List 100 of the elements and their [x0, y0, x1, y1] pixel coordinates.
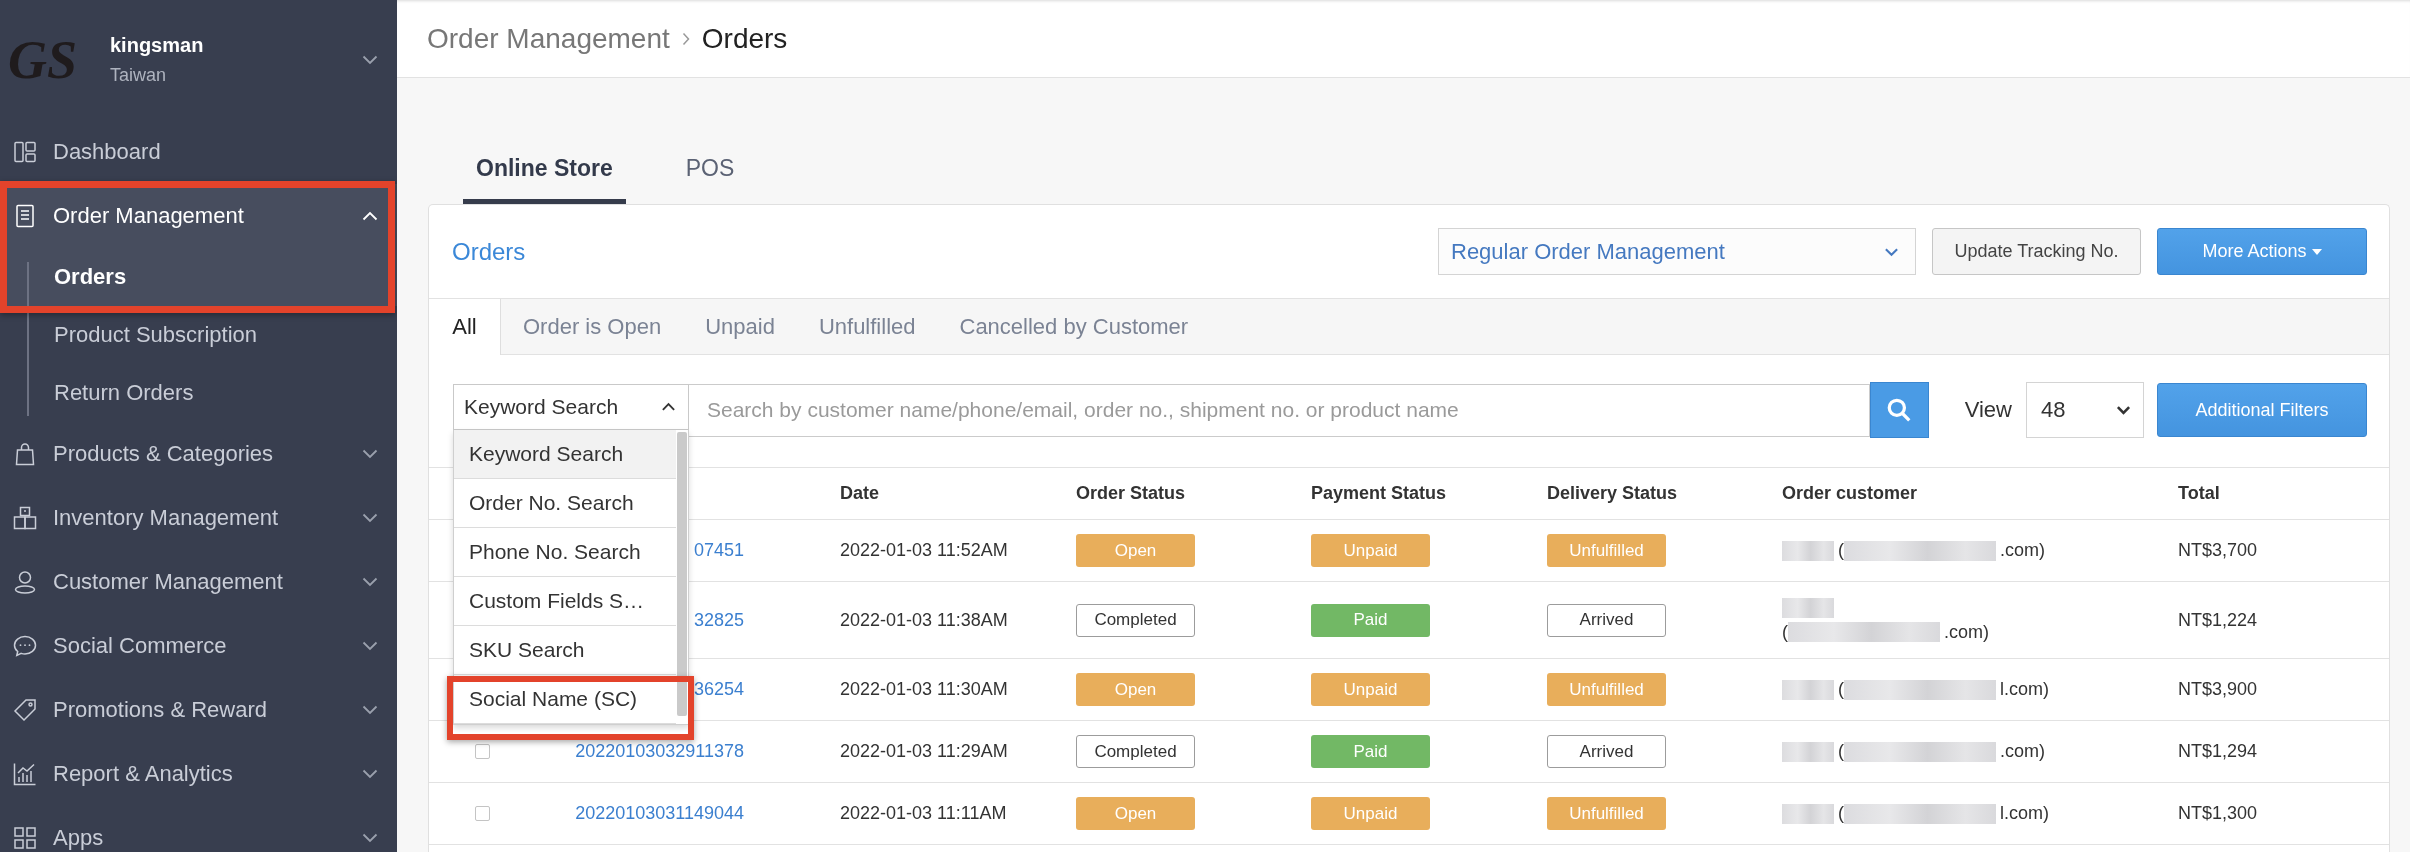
- customer-text: (: [1838, 679, 1844, 700]
- search-button[interactable]: [1869, 382, 1929, 438]
- redaction-block: [1782, 803, 1834, 824]
- grid-icon: [13, 826, 37, 850]
- view-label: View: [1964, 397, 2012, 423]
- chevron-down-icon[interactable]: [362, 55, 378, 65]
- order-number-link[interactable]: 07451: [693, 540, 744, 560]
- delivery-status-badge: Unfulfilled: [1547, 534, 1666, 567]
- bar-chart-icon: [13, 762, 37, 786]
- order-view-select[interactable]: Regular Order Management: [1438, 228, 1916, 275]
- customer-text: l.com): [2000, 803, 2049, 824]
- sidebar-item[interactable]: Promotions & Reward: [0, 678, 397, 742]
- dropdown-option[interactable]: Custom Fields S…: [454, 577, 676, 626]
- order-total: NT$1,294: [2178, 741, 2258, 761]
- store-name: kingsman: [110, 34, 204, 57]
- search-field[interactable]: Search by customer name/phone/email, order no., shipment no. or product name: [689, 383, 1870, 437]
- order-status-badge: Completed: [1076, 735, 1195, 768]
- order-date: 2022-01-03 11:11AM: [840, 803, 1007, 823]
- sidebar-item[interactable]: Customer Management: [0, 550, 397, 614]
- panel-title: Orders: [452, 237, 526, 266]
- sidebar-item[interactable]: Dashboard: [0, 120, 397, 184]
- dropdown-option[interactable]: Keyword Search: [454, 430, 676, 479]
- payment-status-badge: Unpaid: [1311, 534, 1430, 567]
- payment-status-badge: Unpaid: [1311, 673, 1430, 706]
- delivery-status-badge: Unfulfilled: [1547, 797, 1666, 830]
- order-date: 2022-01-03 11:29AM: [840, 741, 1008, 761]
- dropdown-option[interactable]: Social Name (SC): [454, 675, 676, 724]
- order-status-badge: Open: [1076, 673, 1195, 706]
- customer-text: .com): [1944, 621, 1989, 643]
- update-tracking-button[interactable]: Update Tracking No.: [1932, 228, 2141, 275]
- search-icon: [1886, 397, 1913, 423]
- payment-status-badge: Paid: [1311, 603, 1430, 637]
- person-icon: [13, 570, 37, 594]
- order-total: NT$1,224: [2178, 609, 2258, 630]
- tab[interactable]: POS: [672, 138, 748, 204]
- delivery-status-badge: Unfulfilled: [1547, 673, 1666, 706]
- sidebar-item[interactable]: Apps: [0, 806, 397, 852]
- customer-text: (: [1782, 621, 1788, 643]
- column-header: Payment Status: [1311, 483, 1448, 504]
- search-mode-select[interactable]: Keyword Search: [453, 384, 689, 430]
- order-total: NT$3,900: [2178, 679, 2258, 699]
- order-total: NT$1,300: [2178, 803, 2258, 823]
- boxes-icon: [13, 506, 37, 530]
- document-icon: [13, 204, 37, 228]
- column-header: Order Status: [1076, 483, 1187, 504]
- redaction-block: [1782, 540, 1834, 561]
- customer-text: l.com): [2000, 679, 2049, 700]
- breadcrumb-item[interactable]: Order Management: [427, 22, 670, 55]
- order-status-badge: Open: [1076, 534, 1195, 567]
- payment-status-badge: Unpaid: [1311, 797, 1430, 830]
- order-status-badge: Completed: [1076, 603, 1195, 637]
- customer-text: (: [1838, 741, 1844, 762]
- order-date: 2022-01-03 11:38AM: [840, 609, 1008, 630]
- filter-tab[interactable]: All: [429, 299, 501, 355]
- checkbox[interactable]: [475, 744, 490, 759]
- customer-text: (: [1838, 540, 1844, 561]
- customer-text: .com): [2000, 540, 2045, 561]
- column-header: Order customer: [1782, 483, 1919, 504]
- sidebar-item[interactable]: Inventory Management: [0, 486, 397, 550]
- layout-icon: [13, 140, 37, 164]
- breadcrumb-item: Orders: [701, 22, 788, 55]
- customer-text: .com): [2000, 741, 2045, 762]
- order-date: 2022-01-03 11:52AM: [840, 540, 1008, 560]
- delivery-status-badge: Arrived: [1547, 603, 1666, 637]
- dropdown-option[interactable]: Phone No. Search: [454, 528, 676, 577]
- filter-tab[interactable]: Unfulfilled: [796, 299, 938, 354]
- dropdown-option[interactable]: SKU Search: [454, 626, 676, 675]
- sidebar-item[interactable]: Products & Categories: [0, 422, 397, 486]
- caret-icon: [2311, 248, 2322, 255]
- filter-tab[interactable]: Cancelled by Customer: [937, 299, 1211, 354]
- order-number-link[interactable]: 36254: [693, 679, 744, 699]
- order-status-badge: Open: [1076, 797, 1195, 830]
- sidebar-subitem[interactable]: Product Subscription: [0, 306, 397, 364]
- column-header: Delivery Status: [1547, 483, 1679, 504]
- payment-status-badge: Paid: [1311, 735, 1430, 768]
- dropdown-option[interactable]: Order No. Search: [454, 479, 676, 528]
- delivery-status-badge: Arrived: [1547, 735, 1666, 768]
- chevron-right-icon: [681, 31, 690, 46]
- sidebar-subitem[interactable]: Return Orders: [0, 364, 397, 422]
- sidebar-item[interactable]: Report & Analytics: [0, 742, 397, 806]
- order-number-link[interactable]: 20220103032911378: [575, 741, 744, 761]
- chevron-down-icon: [2116, 405, 2131, 415]
- shopping-bag-icon: [13, 442, 37, 466]
- column-header: Total: [2178, 483, 2221, 504]
- order-number-link[interactable]: 32825: [693, 609, 744, 630]
- sidebar-item[interactable]: Social Commerce: [0, 614, 397, 678]
- chat-bubble-icon: [13, 634, 37, 658]
- customer-text: (: [1838, 803, 1844, 824]
- page-size-select[interactable]: 48: [2026, 382, 2144, 438]
- store-region: Taiwan: [110, 65, 168, 86]
- chevron-down-icon: [1884, 246, 1899, 257]
- scrollbar[interactable]: [677, 432, 687, 716]
- column-header: Date: [840, 483, 880, 504]
- filter-tab[interactable]: Order is Open: [501, 299, 684, 354]
- checkbox[interactable]: [475, 806, 490, 821]
- redaction-block: [1782, 679, 1834, 700]
- redaction-block: [1782, 741, 1834, 762]
- filter-tab[interactable]: Unpaid: [683, 299, 797, 354]
- order-date: 2022-01-03 11:30AM: [840, 679, 1008, 699]
- order-number-link[interactable]: 20220103031149044: [575, 803, 744, 823]
